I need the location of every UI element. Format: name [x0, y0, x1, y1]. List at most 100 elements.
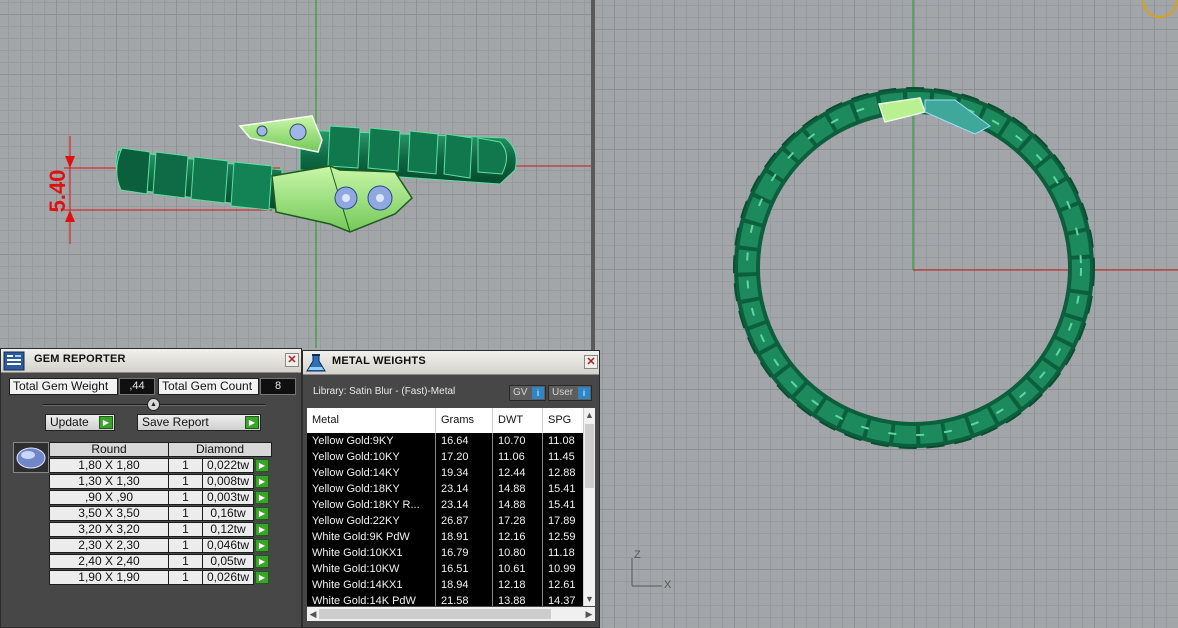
top-viewport[interactable]: Z X: [595, 0, 1178, 628]
cell-metal: White Gold:14KX1: [307, 577, 436, 593]
metal-weights-header[interactable]: METAL WEIGHTS ✕: [303, 351, 599, 375]
library-label: Library: Satin Blur - (Fast)-Metal: [313, 386, 456, 397]
cell-dwt: 10.70: [493, 433, 543, 449]
gv-toggle[interactable]: GV i: [509, 385, 546, 401]
cell-dwt: 14.88: [493, 481, 543, 497]
gem-size-slider-thumb[interactable]: ▲: [147, 398, 160, 411]
top-view-model: [631, 0, 1178, 587]
gem-row-arrow-icon[interactable]: ▶: [255, 475, 269, 488]
info-icon: i: [532, 387, 544, 399]
gem-row-arrow-icon[interactable]: ▶: [255, 555, 269, 568]
cell-dwt: 12.16: [493, 529, 543, 545]
table-row[interactable]: White Gold:10KW 16.51 10.61 10.99: [307, 561, 583, 577]
cell-dwt: 12.18: [493, 577, 543, 593]
gem-qty-cell: 1: [168, 458, 203, 473]
table-row[interactable]: White Gold:14K PdW 21.58 13.88 14.37: [307, 593, 583, 606]
cell-grams: 17.20: [436, 449, 493, 465]
metal-weights-table: Metal Grams DWT SPG Yellow Gold:9KY 16.64…: [307, 408, 583, 606]
cell-spg: 15.41: [543, 497, 583, 513]
user-toggle-label: User: [552, 387, 574, 398]
column-header-metal[interactable]: Metal: [307, 408, 436, 432]
cell-dwt: 10.61: [493, 561, 543, 577]
gem-weight-cell: 0,16tw: [202, 506, 254, 521]
gem-row-arrow-icon[interactable]: ▶: [255, 491, 269, 504]
gem-row-arrow-icon[interactable]: ▶: [255, 507, 269, 520]
round-gem-thumbnail[interactable]: [13, 442, 49, 473]
cell-grams: 23.14: [436, 497, 493, 513]
cell-metal: White Gold:10KW: [307, 561, 436, 577]
gem-row-arrow-icon[interactable]: ▶: [255, 523, 269, 536]
cell-metal: Yellow Gold:18KY: [307, 481, 436, 497]
column-header-spg[interactable]: SPG: [543, 408, 583, 432]
scroll-right-icon[interactable]: ▶: [583, 607, 595, 621]
gem-weight-cell: 0,05tw: [202, 554, 254, 569]
save-report-button[interactable]: Save Report ▶: [137, 414, 261, 431]
gem-type-header: Diamond: [168, 442, 272, 457]
gem-reporter-header[interactable]: GEM REPORTER ✕: [1, 349, 301, 373]
metal-weights-close-button[interactable]: ✕: [584, 355, 598, 369]
gem-size-cell: 1,80 X 1,80: [49, 458, 169, 473]
vertical-scrollbar[interactable]: ▲ ▼: [583, 408, 595, 606]
cell-dwt: 13.88: [493, 593, 543, 606]
axis-z-label: Z: [634, 549, 641, 561]
cell-grams: 16.64: [436, 433, 493, 449]
table-row[interactable]: Yellow Gold:14KY 19.34 12.44 12.88: [307, 465, 583, 481]
save-report-button-label: Save Report: [142, 415, 209, 429]
save-report-arrow-icon: ▶: [245, 416, 259, 429]
horizontal-scroll-thumb[interactable]: [319, 609, 551, 619]
vertical-scroll-thumb[interactable]: [585, 424, 594, 488]
cell-metal: White Gold:10KX1: [307, 545, 436, 561]
gem-qty-cell: 1: [168, 490, 203, 505]
gem-size-cell: 2,40 X 2,40: [49, 554, 169, 569]
cell-metal: Yellow Gold:14KY: [307, 465, 436, 481]
cell-metal: White Gold:9K PdW: [307, 529, 436, 545]
gem-reporter-icon: [3, 351, 25, 371]
cell-grams: 16.79: [436, 545, 493, 561]
table-row[interactable]: Yellow Gold:18KY R... 23.14 14.88 15.41: [307, 497, 583, 513]
cell-grams: 21.58: [436, 593, 493, 606]
table-row[interactable]: Yellow Gold:9KY 16.64 10.70 11.08: [307, 433, 583, 449]
gem-size-cell: ,90 X ,90: [49, 490, 169, 505]
table-row[interactable]: White Gold:10KX1 16.79 10.80 11.18: [307, 545, 583, 561]
table-row[interactable]: Yellow Gold:22KY 26.87 17.28 17.89: [307, 513, 583, 529]
gem-qty-cell: 1: [168, 506, 203, 521]
gem-row-arrow-icon[interactable]: ▶: [255, 459, 269, 472]
cell-spg: 14.37: [543, 593, 583, 606]
table-row[interactable]: White Gold:14KX1 18.94 12.18 12.61: [307, 577, 583, 593]
gem-weight-cell: 0,003tw: [202, 490, 254, 505]
gem-row-arrow-icon[interactable]: ▶: [255, 571, 269, 584]
scroll-down-icon[interactable]: ▼: [584, 592, 595, 606]
gem-qty-cell: 1: [168, 522, 203, 537]
cell-dwt: 17.28: [493, 513, 543, 529]
horizontal-scrollbar[interactable]: ◀ ▶: [307, 607, 595, 621]
cell-dwt: 14.88: [493, 497, 543, 513]
flask-icon: [306, 354, 326, 372]
gem-weight-cell: 0,026tw: [202, 570, 254, 585]
user-toggle[interactable]: User i: [548, 385, 592, 401]
update-button[interactable]: Update ▶: [45, 414, 115, 431]
cell-metal: Yellow Gold:18KY R...: [307, 497, 436, 513]
scroll-left-icon[interactable]: ◀: [307, 607, 319, 621]
cell-metal: White Gold:14K PdW: [307, 593, 436, 606]
cell-spg: 12.88: [543, 465, 583, 481]
gem-reporter-close-button[interactable]: ✕: [285, 353, 299, 367]
table-row[interactable]: Yellow Gold:10KY 17.20 11.06 11.45: [307, 449, 583, 465]
cell-spg: 15.41: [543, 481, 583, 497]
cell-grams: 18.94: [436, 577, 493, 593]
table-row[interactable]: Yellow Gold:18KY 23.14 14.88 15.41: [307, 481, 583, 497]
gem-reporter-title: GEM REPORTER: [34, 353, 126, 365]
metal-weights-title: METAL WEIGHTS: [332, 355, 426, 367]
dimension-label: 5.40: [45, 169, 70, 213]
cell-spg: 10.99: [543, 561, 583, 577]
gv-toggle-label: GV: [513, 387, 528, 398]
column-header-dwt[interactable]: DWT: [493, 408, 543, 432]
table-row[interactable]: White Gold:9K PdW 18.91 12.16 12.59: [307, 529, 583, 545]
cell-metal: Yellow Gold:10KY: [307, 449, 436, 465]
gem-row-arrow-icon[interactable]: ▶: [255, 539, 269, 552]
gem-qty-cell: 1: [168, 538, 203, 553]
cell-spg: 11.08: [543, 433, 583, 449]
gem-reporter-panel: GEM REPORTER ✕ Total Gem Weight ,44 Tota…: [0, 348, 302, 628]
total-gem-count-value: 8: [260, 378, 296, 395]
scroll-up-icon[interactable]: ▲: [584, 408, 595, 422]
column-header-grams[interactable]: Grams: [436, 408, 493, 432]
